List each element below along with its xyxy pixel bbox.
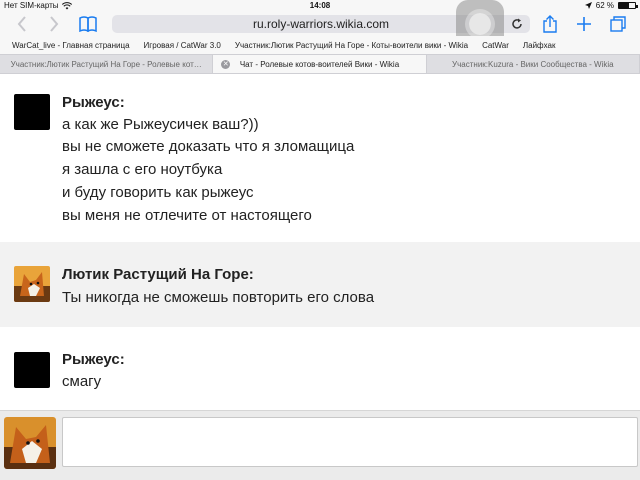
- bookmark-item[interactable]: Участник:Лютик Растущий На Горе - Коты-в…: [235, 41, 468, 50]
- avatar[interactable]: [14, 94, 50, 130]
- battery-percent: 62 %: [595, 1, 614, 10]
- battery-fill: [619, 3, 629, 8]
- avatar[interactable]: [14, 266, 50, 302]
- message-text: я зашла с его ноутбука: [62, 161, 223, 178]
- bookmark-item[interactable]: Лайфхак: [523, 41, 556, 50]
- bookmarks-button[interactable]: [78, 14, 98, 34]
- bookmark-item[interactable]: Игровая / CatWar 3.0: [144, 41, 221, 50]
- plus-icon: [577, 17, 591, 31]
- share-button[interactable]: [540, 15, 560, 33]
- close-tab-icon[interactable]: ✕: [221, 60, 231, 69]
- reload-icon[interactable]: [510, 17, 524, 31]
- fox-avatar-image: [4, 417, 56, 469]
- chat-message: Рыжеус: смагу: [0, 327, 640, 410]
- browser-toolbar: ru.roly-warriors.wikia.com: [0, 12, 640, 36]
- message-author[interactable]: Рыжеус:: [62, 94, 125, 111]
- chat-message-input[interactable]: [62, 417, 638, 467]
- message-author[interactable]: Рыжеус:: [62, 351, 125, 368]
- chat-input-bar: [0, 410, 640, 480]
- chevron-left-icon: [17, 16, 26, 32]
- avatar[interactable]: [14, 352, 50, 388]
- clock: 14:08: [309, 1, 331, 10]
- tab-label: Участник:Kuzura - Вики Сообщества - Wiki…: [452, 59, 614, 69]
- tab-bar: Участник:Лютик Растущий На Горе - Ролевы…: [0, 54, 640, 74]
- status-bar: Нет SIM-карты 14:08 62 %: [0, 0, 640, 12]
- message-text: вы не сможете доказать что я зломащица: [62, 138, 355, 155]
- share-icon: [543, 15, 557, 33]
- chat-message: Рыжеус: а как же Рыжеусичек ваш?)) вы не…: [0, 74, 640, 242]
- message-text: вы меня не отлечите от настоящего: [62, 207, 312, 224]
- tab-label: Чат - Ролевые котов-воителей Вики - Wiki…: [239, 59, 400, 69]
- chat-log[interactable]: Рыжеус: а как же Рыжеусичек ваш?)) вы не…: [0, 74, 640, 410]
- bookmark-item[interactable]: CatWar: [482, 41, 509, 50]
- battery-icon: [618, 2, 638, 9]
- tab-chat[interactable]: ✕ Чат - Ролевые котов-воителей Вики - Wi…: [213, 55, 427, 73]
- bookmark-item[interactable]: WarCat_live - Главная страница: [12, 41, 130, 50]
- message-text: Ты никогда не сможешь повторить его слов…: [62, 289, 375, 306]
- bookmarks-bar: WarCat_live - Главная страница Игровая /…: [0, 36, 640, 54]
- tab-label: Участник:Лютик Растущий На Горе - Ролевы…: [10, 59, 202, 69]
- tab-user-lyutik[interactable]: Участник:Лютик Растущий На Горе - Ролевы…: [0, 55, 214, 73]
- chevron-right-icon: [50, 16, 59, 32]
- assistive-touch-dot: [469, 13, 491, 35]
- message-text: а как же Рыжеусичек ваш?)): [62, 116, 259, 133]
- message-author[interactable]: Лютик Растущий На Горе:: [62, 266, 254, 283]
- book-icon: [79, 16, 97, 32]
- my-avatar: [4, 417, 56, 469]
- tabs-overview-button[interactable]: [608, 15, 628, 33]
- message-text: смагу: [62, 373, 102, 390]
- tabs-icon: [610, 16, 626, 32]
- back-button[interactable]: [12, 14, 32, 34]
- location-icon: [584, 2, 592, 9]
- status-right: 62 %: [584, 1, 638, 10]
- new-tab-button[interactable]: [574, 15, 594, 33]
- tab-user-kuzura[interactable]: Участник:Kuzura - Вики Сообщества - Wiki…: [427, 55, 640, 73]
- message-text: и буду говорить как рыжеус: [62, 184, 254, 201]
- forward-button[interactable]: [44, 14, 64, 34]
- chat-message: Лютик Растущий На Горе: Ты никогда не см…: [0, 242, 640, 327]
- fox-avatar-image: [14, 266, 50, 302]
